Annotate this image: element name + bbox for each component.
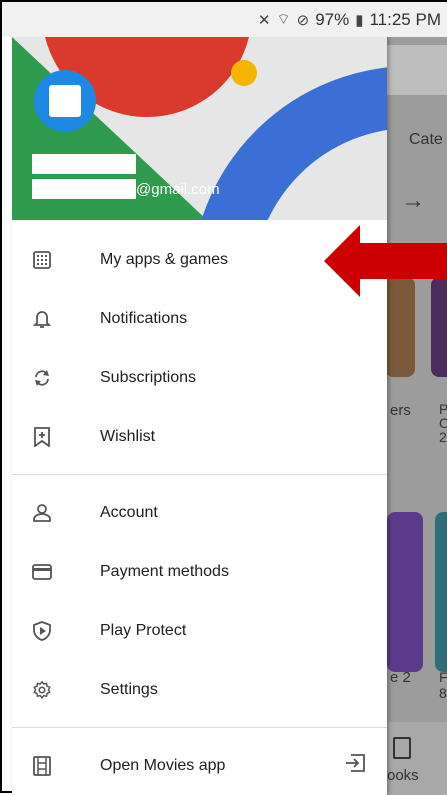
battery-icon: ▮ [355,11,364,29]
menu-item-label: Settings [100,680,158,698]
bookmark-plus-icon [32,426,52,448]
menu-item-notifications[interactable]: Notifications [12,289,387,348]
menu-item-label: Subscriptions [100,368,197,386]
menu-item-label: Play Protect [100,621,187,639]
shield-play-icon [32,620,52,642]
menu-item-label: Account [100,503,158,521]
menu-group-account: Account Payment methods Play Protect Set… [12,483,387,719]
background-app: Cate → ers P O 2 e 2 F 8 ooks [387,37,447,795]
avatar[interactable] [34,70,96,132]
credit-card-icon [32,561,52,583]
refresh-icon [32,367,52,389]
account-email-redacted [32,179,136,199]
menu-item-settings[interactable]: Settings [12,660,387,719]
background-arrow-icon: → [401,187,425,214]
background-text: F 8 [439,669,447,701]
avatar-placeholder [49,85,81,117]
menu-item-label: Open Movies app [100,756,226,774]
clock: 11:25 PM [369,9,441,29]
red-pointer-arrow [324,225,447,297]
no-disturb-icon: ⊘ [296,11,310,29]
navigation-drawer: @gmail.com My apps & games Notifications… [12,37,387,795]
menu-item-play-protect[interactable]: Play Protect [12,601,387,660]
bell-icon [32,308,52,330]
background-text: ers [390,402,411,419]
background-category-text: Cate [409,131,443,148]
exit-icon[interactable] [345,754,365,777]
menu-item-wishlist[interactable]: Wishlist [12,407,387,466]
menu-item-label: Notifications [100,309,188,327]
background-text: e 2 [390,669,411,686]
menu-item-open-movies-app[interactable]: Open Movies app [12,736,387,795]
menu-item-payment-methods[interactable]: Payment methods [12,542,387,601]
background-app-card [435,512,447,672]
status-bar: ✕ ⌔ ⊘ 97% ▮ 11:25 PM [2,2,447,37]
menu-group-apps: Open Movies app [12,736,387,795]
wifi-icon: ⌔ [276,11,291,28]
background-text: P O 2 [439,401,447,445]
menu-item-subscriptions[interactable]: Subscriptions [12,348,387,407]
person-icon [32,502,52,524]
menu-item-label: Wishlist [100,427,156,445]
mute-icon: ✕ [257,11,271,29]
background-app-card [387,512,423,672]
menu-item-label: My apps & games [100,250,229,268]
books-icon [393,737,411,759]
background-books-label: ooks [387,767,419,784]
background-search-box [387,45,447,95]
account-header[interactable]: @gmail.com [12,37,387,220]
film-icon [32,755,52,777]
menu-item-account[interactable]: Account [12,483,387,542]
apps-grid-icon [32,249,52,271]
account-email-suffix: @gmail.com [136,181,220,198]
menu-item-label: Payment methods [100,562,229,580]
battery-percent: 97% [315,9,350,29]
divider [12,727,387,728]
gear-icon [32,679,52,701]
account-name-redacted [32,154,136,174]
divider [12,474,387,475]
